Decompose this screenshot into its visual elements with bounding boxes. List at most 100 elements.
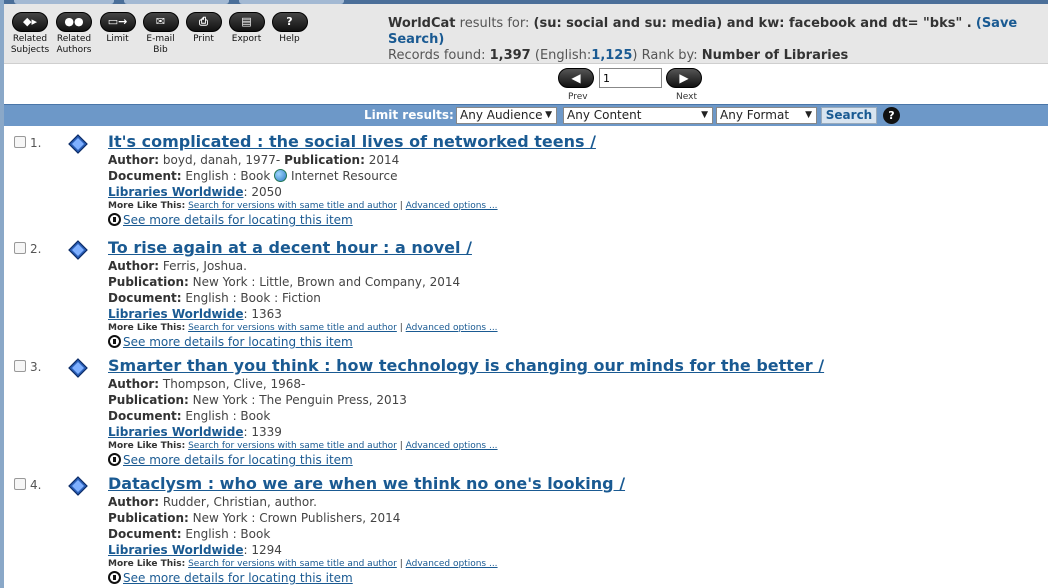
details-line: See more details for locating this item (108, 452, 1044, 468)
records-count: 1,397 (489, 48, 531, 63)
see-more-details-link[interactable]: See more details for locating this item (123, 335, 353, 349)
advanced-options-link[interactable]: Advanced options ... (406, 323, 498, 333)
author-line: Author: boyd, danah, 1977- Publication: … (108, 152, 1044, 168)
author-line: Author: Rudder, Christian, author. (108, 494, 1044, 510)
search-button[interactable]: Search (821, 107, 877, 124)
advanced-options-link[interactable]: Advanced options ... (406, 559, 498, 569)
result-number: 2. (30, 242, 42, 256)
libraries-worldwide-link[interactable]: Libraries Worldwide (108, 185, 243, 199)
book-icon (68, 358, 88, 378)
english-count-link[interactable]: 1,125 (591, 48, 632, 63)
toolbar: ◆▸ Related Subjects ●● Related Authors ▭… (4, 4, 1048, 64)
separator: | (399, 323, 403, 333)
result-checkbox[interactable] (14, 360, 26, 372)
worldcat-results-page: ◆▸ Related Subjects ●● Related Authors ▭… (0, 0, 1048, 588)
result-item: 1. It's complicated : the social lives o… (4, 130, 1044, 236)
pager: ◀ ▶ Prev Next (4, 64, 1048, 104)
libraries-line: Libraries Worldwide: 1363 (108, 306, 1044, 322)
publication-value: 2014 (368, 153, 400, 167)
tool-label: Export (231, 34, 262, 44)
same-title-author-link[interactable]: Search for versions with same title and … (188, 323, 397, 333)
related-subjects-button[interactable]: ◆▸ Related Subjects (8, 12, 52, 56)
libraries-worldwide-link[interactable]: Libraries Worldwide (108, 307, 243, 321)
related-authors-button[interactable]: ●● Related Authors (52, 12, 96, 56)
prev-button[interactable]: ◀ (558, 68, 594, 88)
format-select[interactable]: Any Format ▼ (716, 107, 817, 124)
chevron-down-icon: ▼ (545, 110, 552, 120)
document-label: Document: (108, 527, 182, 541)
see-more-details-link[interactable]: See more details for locating this item (123, 453, 353, 467)
publication-label: Publication: (108, 275, 189, 289)
libraries-worldwide-link[interactable]: Libraries Worldwide (108, 425, 243, 439)
more-label: More Like This: (108, 559, 186, 569)
same-title-author-link[interactable]: Search for versions with same title and … (188, 201, 397, 211)
tool-label: Help (279, 34, 300, 44)
result-title-link[interactable]: Dataclysm : who we are when we think no … (108, 472, 1044, 494)
export-button[interactable]: ▤ Export (225, 12, 268, 56)
result-title-link[interactable]: It's complicated : the social lives of n… (108, 130, 1044, 152)
email-icon: ✉ (142, 12, 179, 32)
page-number-input[interactable] (599, 68, 662, 88)
more-like-this: More Like This: Search for versions with… (108, 440, 1044, 452)
result-item: 4. Dataclysm : who we are when we think … (4, 472, 1044, 588)
author-value: Rudder, Christian, author. (162, 495, 317, 509)
english-close: ) (632, 48, 638, 63)
chevron-down-icon: ▼ (701, 110, 708, 120)
details-icon (108, 213, 121, 226)
next-button[interactable]: ▶ (666, 68, 702, 88)
author-value: boyd, danah, 1977- (162, 153, 281, 167)
publication-line: Publication: New York : Crown Publishers… (108, 510, 1044, 526)
result-checkbox[interactable] (14, 136, 26, 148)
result-title-link[interactable]: Smarter than you think : how technology … (108, 354, 1044, 376)
advanced-options-link[interactable]: Advanced options ... (406, 441, 498, 451)
document-line: Document: English : Book : Fiction (108, 290, 1044, 306)
globe-icon (274, 169, 288, 182)
book-icon (68, 476, 88, 496)
same-title-author-link[interactable]: Search for versions with same title and … (188, 559, 397, 569)
see-more-details-link[interactable]: See more details for locating this item (123, 213, 353, 227)
libraries-worldwide-link[interactable]: Libraries Worldwide (108, 543, 243, 557)
search-query: (su: social and su: media) and kw: faceb… (533, 16, 972, 31)
details-icon (108, 453, 121, 466)
audience-value: Any Audience (460, 108, 543, 122)
same-title-author-link[interactable]: Search for versions with same title and … (188, 441, 397, 451)
libraries-count: : 1363 (243, 307, 282, 321)
document-label: Document: (108, 169, 182, 183)
export-icon: ▤ (228, 12, 265, 32)
separator: | (399, 559, 403, 569)
tool-label: Print (193, 34, 214, 44)
arrow-left-icon: ◀ (571, 71, 581, 85)
toolbar-tools: ◆▸ Related Subjects ●● Related Authors ▭… (8, 12, 311, 56)
result-title-link[interactable]: To rise again at a decent hour : a novel… (108, 236, 1044, 258)
next-label: Next (676, 92, 697, 102)
details-line: See more details for locating this item (108, 334, 1044, 350)
email-bib-button[interactable]: ✉ E-mail Bib (139, 12, 182, 56)
result-item: 3. Smarter than you think : how technolo… (4, 354, 1044, 472)
document-value: English : Book : Fiction (185, 291, 321, 305)
author-line: Author: Ferris, Joshua. (108, 258, 1044, 274)
related-subjects-icon: ◆▸ (12, 12, 48, 32)
publication-label: Publication: (108, 393, 189, 407)
arrow-right-icon: ▶ (679, 71, 689, 85)
limit-button[interactable]: ▭→ Limit (96, 12, 139, 56)
libraries-line: Libraries Worldwide: 1294 (108, 542, 1044, 558)
print-button[interactable]: ⎙ Print (182, 12, 225, 56)
audience-select[interactable]: Any Audience ▼ (456, 107, 557, 124)
tool-label: E-mail Bib (146, 34, 175, 55)
document-line: Document: English : Book (108, 408, 1044, 424)
libraries-count: : 1339 (243, 425, 282, 439)
document-label: Document: (108, 409, 182, 423)
see-more-details-link[interactable]: See more details for locating this item (123, 571, 353, 585)
related-authors-icon: ●● (56, 12, 92, 32)
more-like-this: More Like This: Search for versions with… (108, 200, 1044, 212)
results-list: 1. It's complicated : the social lives o… (4, 130, 1044, 588)
details-icon (108, 571, 121, 584)
result-checkbox[interactable] (14, 478, 26, 490)
help-button[interactable]: ? Help (268, 12, 311, 56)
help-icon[interactable]: ? (883, 107, 900, 124)
advanced-options-link[interactable]: Advanced options ... (406, 201, 498, 211)
publication-label: Publication: (284, 153, 365, 167)
result-checkbox[interactable] (14, 242, 26, 254)
content-select[interactable]: Any Content ▼ (563, 107, 713, 124)
author-value: Thompson, Clive, 1968- (162, 377, 306, 391)
